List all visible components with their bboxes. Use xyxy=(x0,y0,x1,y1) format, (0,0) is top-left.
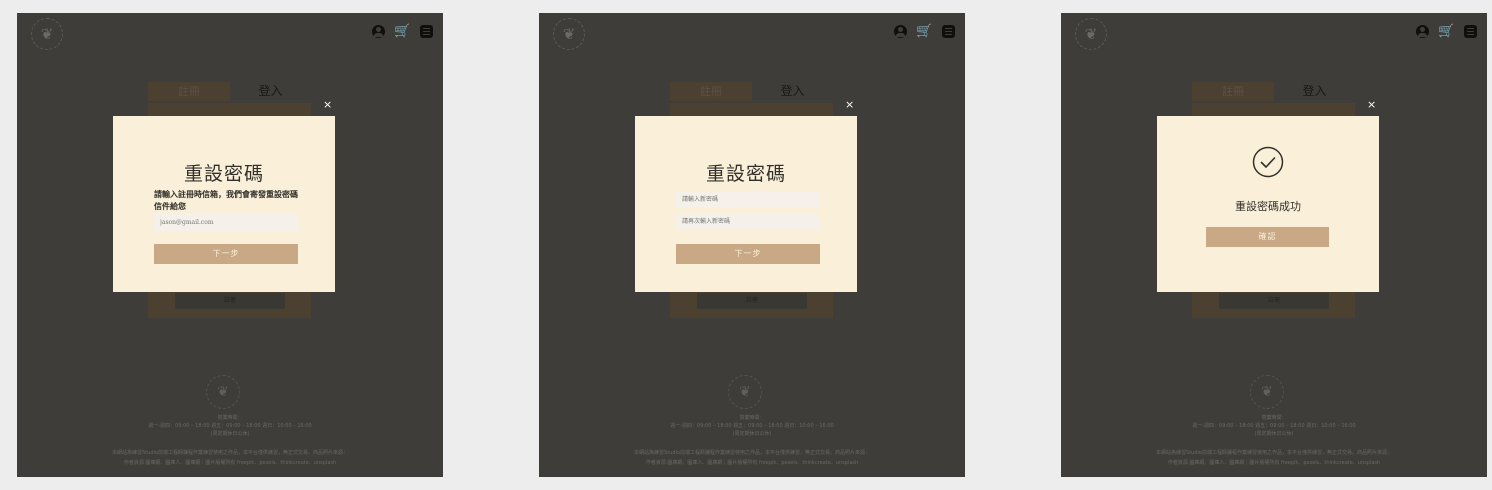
footer-credits: 作者資源 圖庫網、圖庫人、圖庫網｜圖片版權所有 freepik、pexels、t… xyxy=(1167,460,1381,466)
success-message: 重設密碼成功 xyxy=(1235,200,1301,213)
reset-password-modal: 重設密碼 請輸入註冊時信箱，我們會寄發重設密碼信件給您 下一步 xyxy=(113,116,335,292)
footer-hours-title: 營業時間： xyxy=(739,415,765,421)
modal-title: 重設密碼 xyxy=(705,163,786,185)
auth-tabs: 註冊 登入 xyxy=(670,82,833,101)
modal-description: 請輸入註冊時信箱，我們會寄發重設密碼信件給您 xyxy=(154,189,298,211)
tab-login[interactable]: 登入 xyxy=(230,82,311,101)
email-field[interactable] xyxy=(154,214,298,231)
footer-hours: 週一-週四：09:00 – 18:00 週五：09:00 – 18:00 週日：… xyxy=(148,423,312,429)
close-icon[interactable]: × xyxy=(1367,99,1376,110)
footer-disclaimer: 本網站為練習Studio前端工程師課程作業練習使用之作品，本平台僅供練習，無正式… xyxy=(634,450,870,456)
close-icon[interactable]: × xyxy=(323,99,332,110)
auth-tabs: 註冊 登入 xyxy=(148,82,311,101)
close-icon[interactable]: × xyxy=(845,99,854,110)
footer-closed: (周定期休日公休) xyxy=(732,431,772,437)
next-button[interactable]: 下一步 xyxy=(154,244,298,264)
footer-hours: 週一-週四：09:00 – 18:00 週五：09:00 – 18:00 週日：… xyxy=(670,423,834,429)
footer-disclaimer: 本網站為練習Studio前端工程師課程作業練習使用之作品，本平台僅供練習，無正式… xyxy=(1156,450,1392,456)
screen-reset-success: ❦ 🛒 註冊 登入 註冊 ❦ 營業時間： 週一-週四：09:00 – 18:00… xyxy=(1061,13,1487,477)
header-icons: 🛒 xyxy=(372,25,433,38)
auth-tabs: 註冊 登入 xyxy=(1192,82,1355,101)
header-icons: 🛒 xyxy=(894,25,955,38)
user-icon[interactable] xyxy=(372,25,385,38)
reset-success-modal: 重設密碼成功 確認 xyxy=(1157,116,1379,292)
footer-disclaimer: 本網站為練習Studio前端工程師課程作業練習使用之作品，本平台僅供練習，無正式… xyxy=(112,450,348,456)
tab-login[interactable]: 登入 xyxy=(1274,82,1355,101)
register-button[interactable]: 註冊 xyxy=(1219,293,1329,309)
new-password-field[interactable] xyxy=(676,191,820,208)
footer-hours: 週一-週四：09:00 – 18:00 週五：09:00 – 18:00 週日：… xyxy=(1192,423,1356,429)
footer-logo: ❦ xyxy=(1250,375,1284,409)
cart-icon[interactable]: 🛒 xyxy=(916,25,932,38)
footer-logo: ❦ xyxy=(728,375,762,409)
cart-icon[interactable]: 🛒 xyxy=(394,25,410,38)
cart-icon[interactable]: 🛒 xyxy=(1438,25,1454,38)
tab-register[interactable]: 註冊 xyxy=(1192,82,1274,101)
menu-icon[interactable] xyxy=(420,25,433,38)
register-button[interactable]: 註冊 xyxy=(697,293,807,309)
footer-credits: 作者資源 圖庫網、圖庫人、圖庫網｜圖片版權所有 freepik、pexels、t… xyxy=(123,460,337,466)
user-icon[interactable] xyxy=(1416,25,1429,38)
reset-password-modal: 重設密碼 下一步 xyxy=(635,116,857,292)
brand-logo[interactable]: ❦ xyxy=(553,18,585,50)
menu-icon[interactable] xyxy=(942,25,955,38)
confirm-password-field[interactable] xyxy=(676,213,820,230)
brand-logo[interactable]: ❦ xyxy=(1075,18,1107,50)
screen-set-new-password: ❦ 🛒 註冊 登入 註冊 ❦ 營業時間： 週一-週四：09:00 – 18:00… xyxy=(539,13,965,477)
footer-logo: ❦ xyxy=(206,375,240,409)
user-icon[interactable] xyxy=(894,25,907,38)
brand-logo[interactable]: ❦ xyxy=(31,18,63,50)
menu-icon[interactable] xyxy=(1464,25,1477,38)
footer-closed: (周定期休日公休) xyxy=(210,431,250,437)
check-circle-icon xyxy=(1252,146,1284,178)
footer-hours-title: 營業時間： xyxy=(1261,415,1287,421)
tab-login[interactable]: 登入 xyxy=(752,82,833,101)
register-button[interactable]: 註冊 xyxy=(175,293,285,309)
footer-hours-title: 營業時間： xyxy=(217,415,243,421)
footer-closed: (周定期休日公休) xyxy=(1254,431,1294,437)
next-button[interactable]: 下一步 xyxy=(676,244,820,264)
modal-title: 重設密碼 xyxy=(183,163,264,185)
tab-register[interactable]: 註冊 xyxy=(670,82,752,101)
tab-register[interactable]: 註冊 xyxy=(148,82,230,101)
confirm-button[interactable]: 確認 xyxy=(1206,227,1329,247)
screen-forgot-password-email: ❦ 🛒 註冊 登入 註冊 ❦ 營業時間： 週一-週四：09:00 – 18:00… xyxy=(17,13,443,477)
footer-credits: 作者資源 圖庫網、圖庫人、圖庫網｜圖片版權所有 freepik、pexels、t… xyxy=(645,460,859,466)
header-icons: 🛒 xyxy=(1416,25,1477,38)
